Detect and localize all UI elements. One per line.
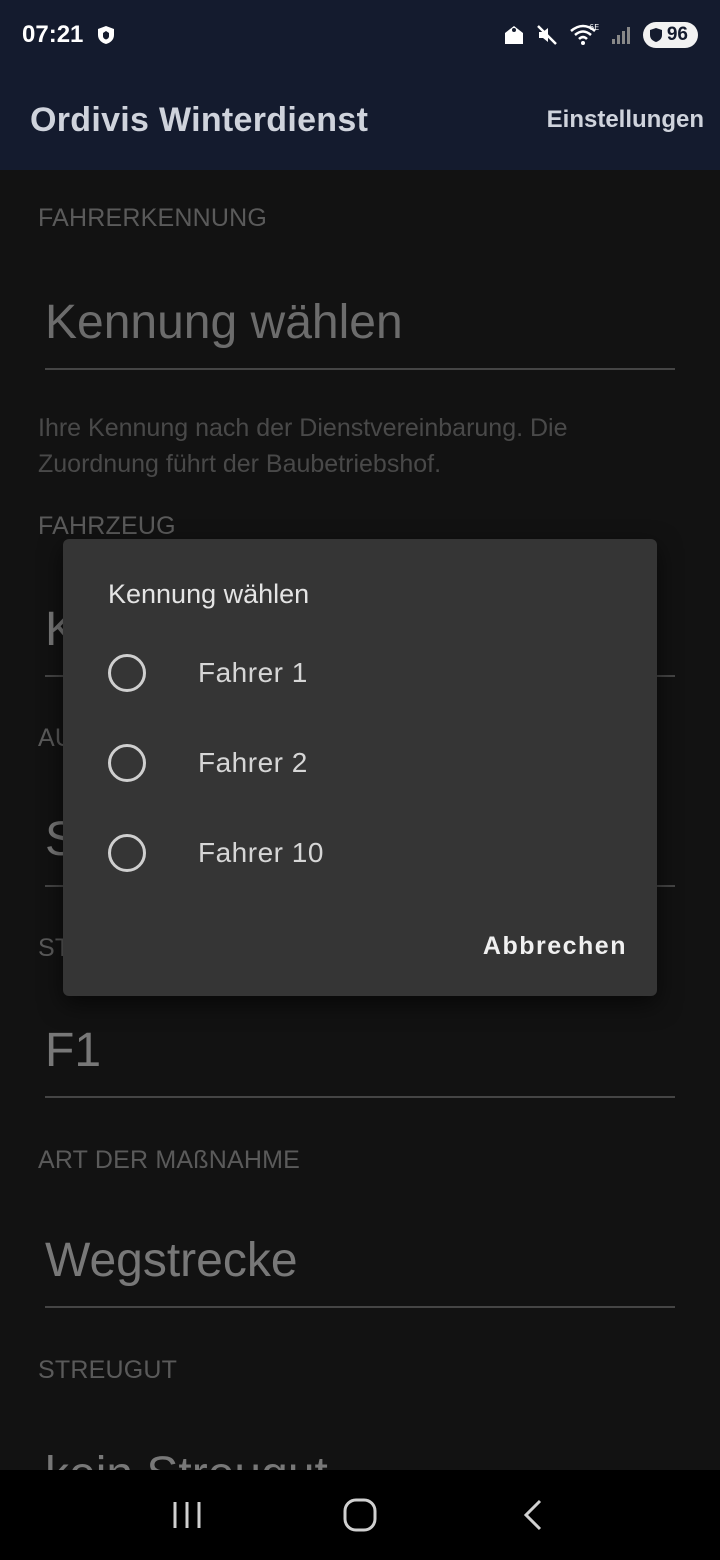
recent-apps-icon [173,1502,201,1528]
back-icon [524,1499,542,1531]
wifi-icon: 6E [570,23,599,45]
radio-unchecked-icon[interactable] [108,834,146,872]
radio-unchecked-icon[interactable] [108,654,146,692]
option-fahrer-10[interactable]: Fahrer 10 [108,823,628,883]
option-label: Fahrer 2 [198,747,308,778]
radio-unchecked-icon[interactable] [108,744,146,782]
app-title: Ordivis Winterdienst [30,100,369,139]
home-alert-icon [504,26,523,44]
signal-icon [611,27,630,44]
system-nav-bar [0,1470,720,1560]
battery-shield-icon [649,28,662,42]
shield-icon [98,26,115,44]
status-icons: 6E 96 [503,22,698,48]
home-icon [343,1498,377,1532]
battery-indicator: 96 [642,22,698,48]
select-driver-dialog: Kennung wählen Fahrer 1 Fahrer 2 Fahrer … [63,539,657,996]
cancel-button[interactable]: Abbrechen [483,932,627,961]
settings-button[interactable]: Einstellungen [547,106,704,134]
option-fahrer-2[interactable]: Fahrer 2 [108,733,628,793]
option-fahrer-1[interactable]: Fahrer 1 [108,643,628,703]
status-bar: 07:21 6E 96 [0,0,720,70]
option-label: Fahrer 10 [198,837,324,868]
network-label: 6E [589,23,599,32]
back-button[interactable] [503,1485,563,1545]
recent-apps-button[interactable] [157,1485,217,1545]
option-label: Fahrer 1 [198,657,308,688]
battery-level: 96 [666,24,688,45]
dialog-title: Kennung wählen [108,579,310,609]
mute-icon [536,25,557,45]
status-time: 07:21 [22,21,84,48]
app-bar: Ordivis Winterdienst Einstellungen [0,70,720,170]
home-button[interactable] [330,1485,390,1545]
